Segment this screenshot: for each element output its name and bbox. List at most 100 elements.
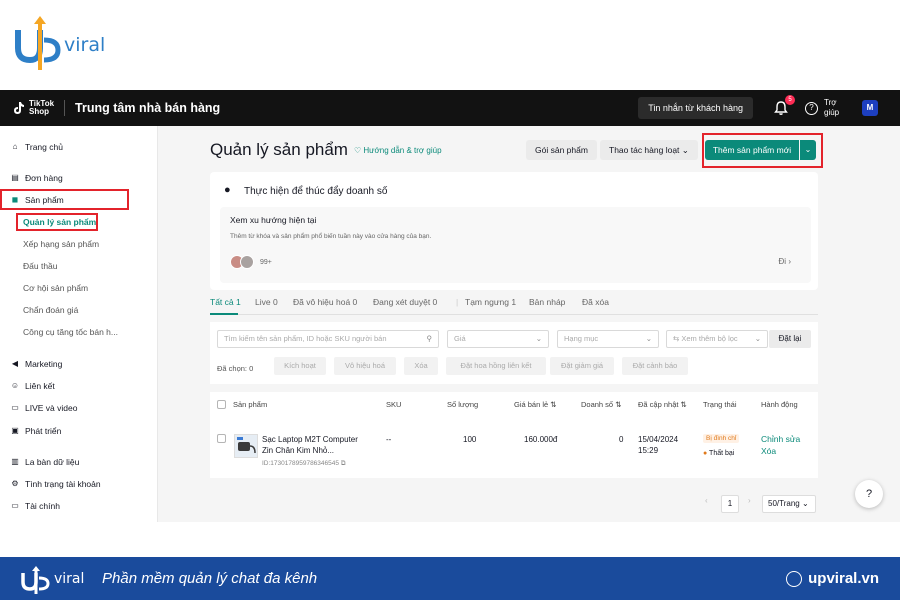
search-input[interactable]: Tìm kiếm tên sản phẩm, ID hoặc SKU người… xyxy=(217,330,439,348)
sidebar-item-data-compass[interactable]: ▥ La bàn dữ liệu xyxy=(10,457,79,467)
trend-go-link[interactable]: Đi › xyxy=(779,257,791,266)
tab-separator: | xyxy=(456,297,459,307)
status-badge: Bị đình chỉ xyxy=(703,434,740,443)
trend-card[interactable]: Xem xu hướng hiện tại Thêm từ khóa và sả… xyxy=(220,207,811,283)
status-detail: ● Thất bại xyxy=(703,450,735,457)
prev-page-button[interactable]: ‹ xyxy=(705,496,708,505)
sidebar-item-orders[interactable]: ▤ Đơn hàng xyxy=(10,173,63,183)
highlight-box-manage-products xyxy=(16,213,98,231)
sidebar-item-bidding[interactable]: Đấu thầu xyxy=(23,261,58,271)
upviral-mark-icon xyxy=(21,566,50,594)
tab-deleted[interactable]: Đã xóa xyxy=(582,297,609,307)
sidebar-item-live-video[interactable]: ▭ LIVE và video xyxy=(10,403,77,413)
sidebar: ⌂ Trang chủ ▤ Đơn hàng ◼ Sản phẩm Quản lý s… xyxy=(0,126,158,522)
brand-text: viral xyxy=(64,34,106,56)
selected-count: Đã chọn: 0 xyxy=(217,364,254,373)
megaphone-icon: ◀ xyxy=(11,359,19,368)
page-size-select[interactable]: 50/Trang ⌄ xyxy=(762,495,816,513)
shop-word: Shop xyxy=(29,107,49,116)
category-filter[interactable]: Hạng mục ⌄ xyxy=(557,330,659,348)
sales-boost-title: Thực hiện để thúc đẩy doanh số xyxy=(244,186,388,197)
col-actions: Hành động xyxy=(761,400,798,409)
brand-text: viral xyxy=(54,571,85,587)
sidebar-item-price-diagnosis[interactable]: Chẩn đoán giá xyxy=(23,305,78,315)
avatar[interactable]: M xyxy=(862,100,878,116)
product-price: 160.000đ xyxy=(524,435,558,444)
tab-live[interactable]: Live 0 xyxy=(255,297,278,307)
activate-button[interactable]: Kích hoạt xyxy=(274,357,326,375)
col-updated[interactable]: Đã cập nhật ⇅ xyxy=(638,400,688,410)
tab-all[interactable]: Tất cả 1 xyxy=(210,297,241,307)
set-alert-button[interactable]: Đặt cảnh báo xyxy=(622,357,688,375)
bulk-actions-button[interactable]: Thao tác hàng loạt ⌄ xyxy=(600,140,698,160)
chevron-down-icon: ⌄ xyxy=(801,499,809,508)
set-discount-button[interactable]: Đặt giảm giá xyxy=(550,357,614,375)
delete-link[interactable]: Xóa xyxy=(761,446,776,456)
page-title: Quản lý sản phẩm xyxy=(210,140,348,159)
upviral-mark-icon xyxy=(15,16,61,70)
tab-deactivated[interactable]: Đã vô hiệu hoá 0 xyxy=(293,297,357,307)
set-affiliate-commission-button[interactable]: Đặt hoa hồng liên kết xyxy=(446,357,546,375)
copy-icon[interactable]: ⧉ xyxy=(341,460,346,467)
trend-count: 99+ xyxy=(260,259,272,266)
active-tab-indicator xyxy=(210,313,238,315)
product-id: ID:1730178959786346545 ⧉ xyxy=(262,460,346,467)
edit-link[interactable]: Chỉnh sửa xyxy=(761,434,800,444)
sort-icon: ⇅ xyxy=(615,400,622,409)
price-filter[interactable]: Giá ⌄ xyxy=(447,330,549,348)
col-sku: SKU xyxy=(386,400,402,409)
select-all-checkbox[interactable] xyxy=(217,400,226,409)
highlight-box-products xyxy=(0,189,129,210)
wallet-icon: ▭ xyxy=(11,501,19,510)
deactivate-button[interactable]: Vô hiệu hoá xyxy=(334,357,396,375)
gear-icon: ⚙ xyxy=(11,479,19,488)
more-filters[interactable]: ⇆ Xem thêm bộ lọc ⌄ xyxy=(666,330,768,348)
sort-icon: ⇅ xyxy=(550,400,557,409)
sidebar-item-finance[interactable]: ▭ Tài chính xyxy=(10,501,60,511)
sidebar-item-account-health[interactable]: ⚙ Tình trạng tài khoản xyxy=(10,479,100,489)
compass-icon: ▥ xyxy=(11,457,19,466)
help-label: Trợ giúp xyxy=(824,98,840,117)
col-price[interactable]: Giá bán lẻ ⇅ xyxy=(514,400,557,410)
chevron-down-icon: ⌄ xyxy=(681,145,689,155)
sidebar-item-sales-booster[interactable]: Công cụ tăng tốc bán h... xyxy=(23,327,118,337)
chevron-down-icon: ⌄ xyxy=(754,334,761,343)
product-name[interactable]: Sạc Laptop M2T Computer Zin Chân Kim Nhỏ… xyxy=(262,434,358,456)
product-quantity: 100 xyxy=(463,435,477,444)
sidebar-item-home[interactable]: ⌂ Trang chủ xyxy=(10,142,63,152)
help-icon: ? xyxy=(805,101,818,115)
delete-button[interactable]: Xóa xyxy=(404,357,438,375)
customer-messages-button[interactable]: Tin nhắn từ khách hàng xyxy=(638,97,753,119)
current-page[interactable]: 1 xyxy=(721,495,739,513)
sidebar-item-product-ranking[interactable]: Xếp hạng sản phẩm xyxy=(23,239,99,249)
product-thumbnail[interactable] xyxy=(234,434,258,458)
trend-card-title: Xem xu hướng hiện tại xyxy=(230,215,317,225)
sidebar-item-affiliate[interactable]: ☺ Liên kết xyxy=(10,381,55,391)
notification-button[interactable]: 5 xyxy=(773,95,795,116)
col-sales[interactable]: Doanh số ⇅ xyxy=(581,400,622,410)
reset-button[interactable]: Đặt lại xyxy=(769,330,811,348)
seller-center-header: TikTok Shop Trung tâm nhà bán hàng Tin n… xyxy=(0,90,900,126)
charger-image xyxy=(237,437,256,454)
guide-help-link[interactable]: ♡ Hướng dẫn & trợ giúp xyxy=(354,146,442,155)
search-icon: ⚲ xyxy=(426,334,433,343)
avatar xyxy=(240,255,254,269)
floating-help-button[interactable]: ? xyxy=(855,480,883,508)
chevron-down-icon: ⌄ xyxy=(535,334,542,343)
products-table: Sản phẩm SKU Số lượng Giá bán lẻ ⇅ Doanh… xyxy=(210,392,818,478)
tiktok-shop-logo[interactable]: TikTok Shop xyxy=(10,100,54,116)
next-page-button[interactable]: › xyxy=(748,496,751,505)
sidebar-item-growth[interactable]: ▣ Phát triển xyxy=(10,426,61,436)
row-checkbox[interactable] xyxy=(217,434,226,443)
tab-suspended[interactable]: Tạm ngưng 1 xyxy=(465,297,516,307)
help-button[interactable]: ? Trợ giúp xyxy=(805,98,844,118)
tab-drafts[interactable]: Bản nháp xyxy=(529,297,565,307)
sidebar-item-product-opportunity[interactable]: Cơ hội sản phẩm xyxy=(23,283,88,293)
product-package-button[interactable]: Gói sản phẩm xyxy=(526,140,597,160)
col-quantity: Số lượng xyxy=(447,400,479,409)
website-link[interactable]: upviral.vn xyxy=(786,570,879,587)
sales-boost-card: ● Thực hiện để thúc đẩy doanh số Xem xu … xyxy=(210,172,818,290)
sidebar-item-marketing[interactable]: ◀ Marketing xyxy=(10,359,62,369)
product-sales: 0 xyxy=(619,435,624,444)
tab-reviewing[interactable]: Đang xét duyệt 0 xyxy=(373,297,437,307)
